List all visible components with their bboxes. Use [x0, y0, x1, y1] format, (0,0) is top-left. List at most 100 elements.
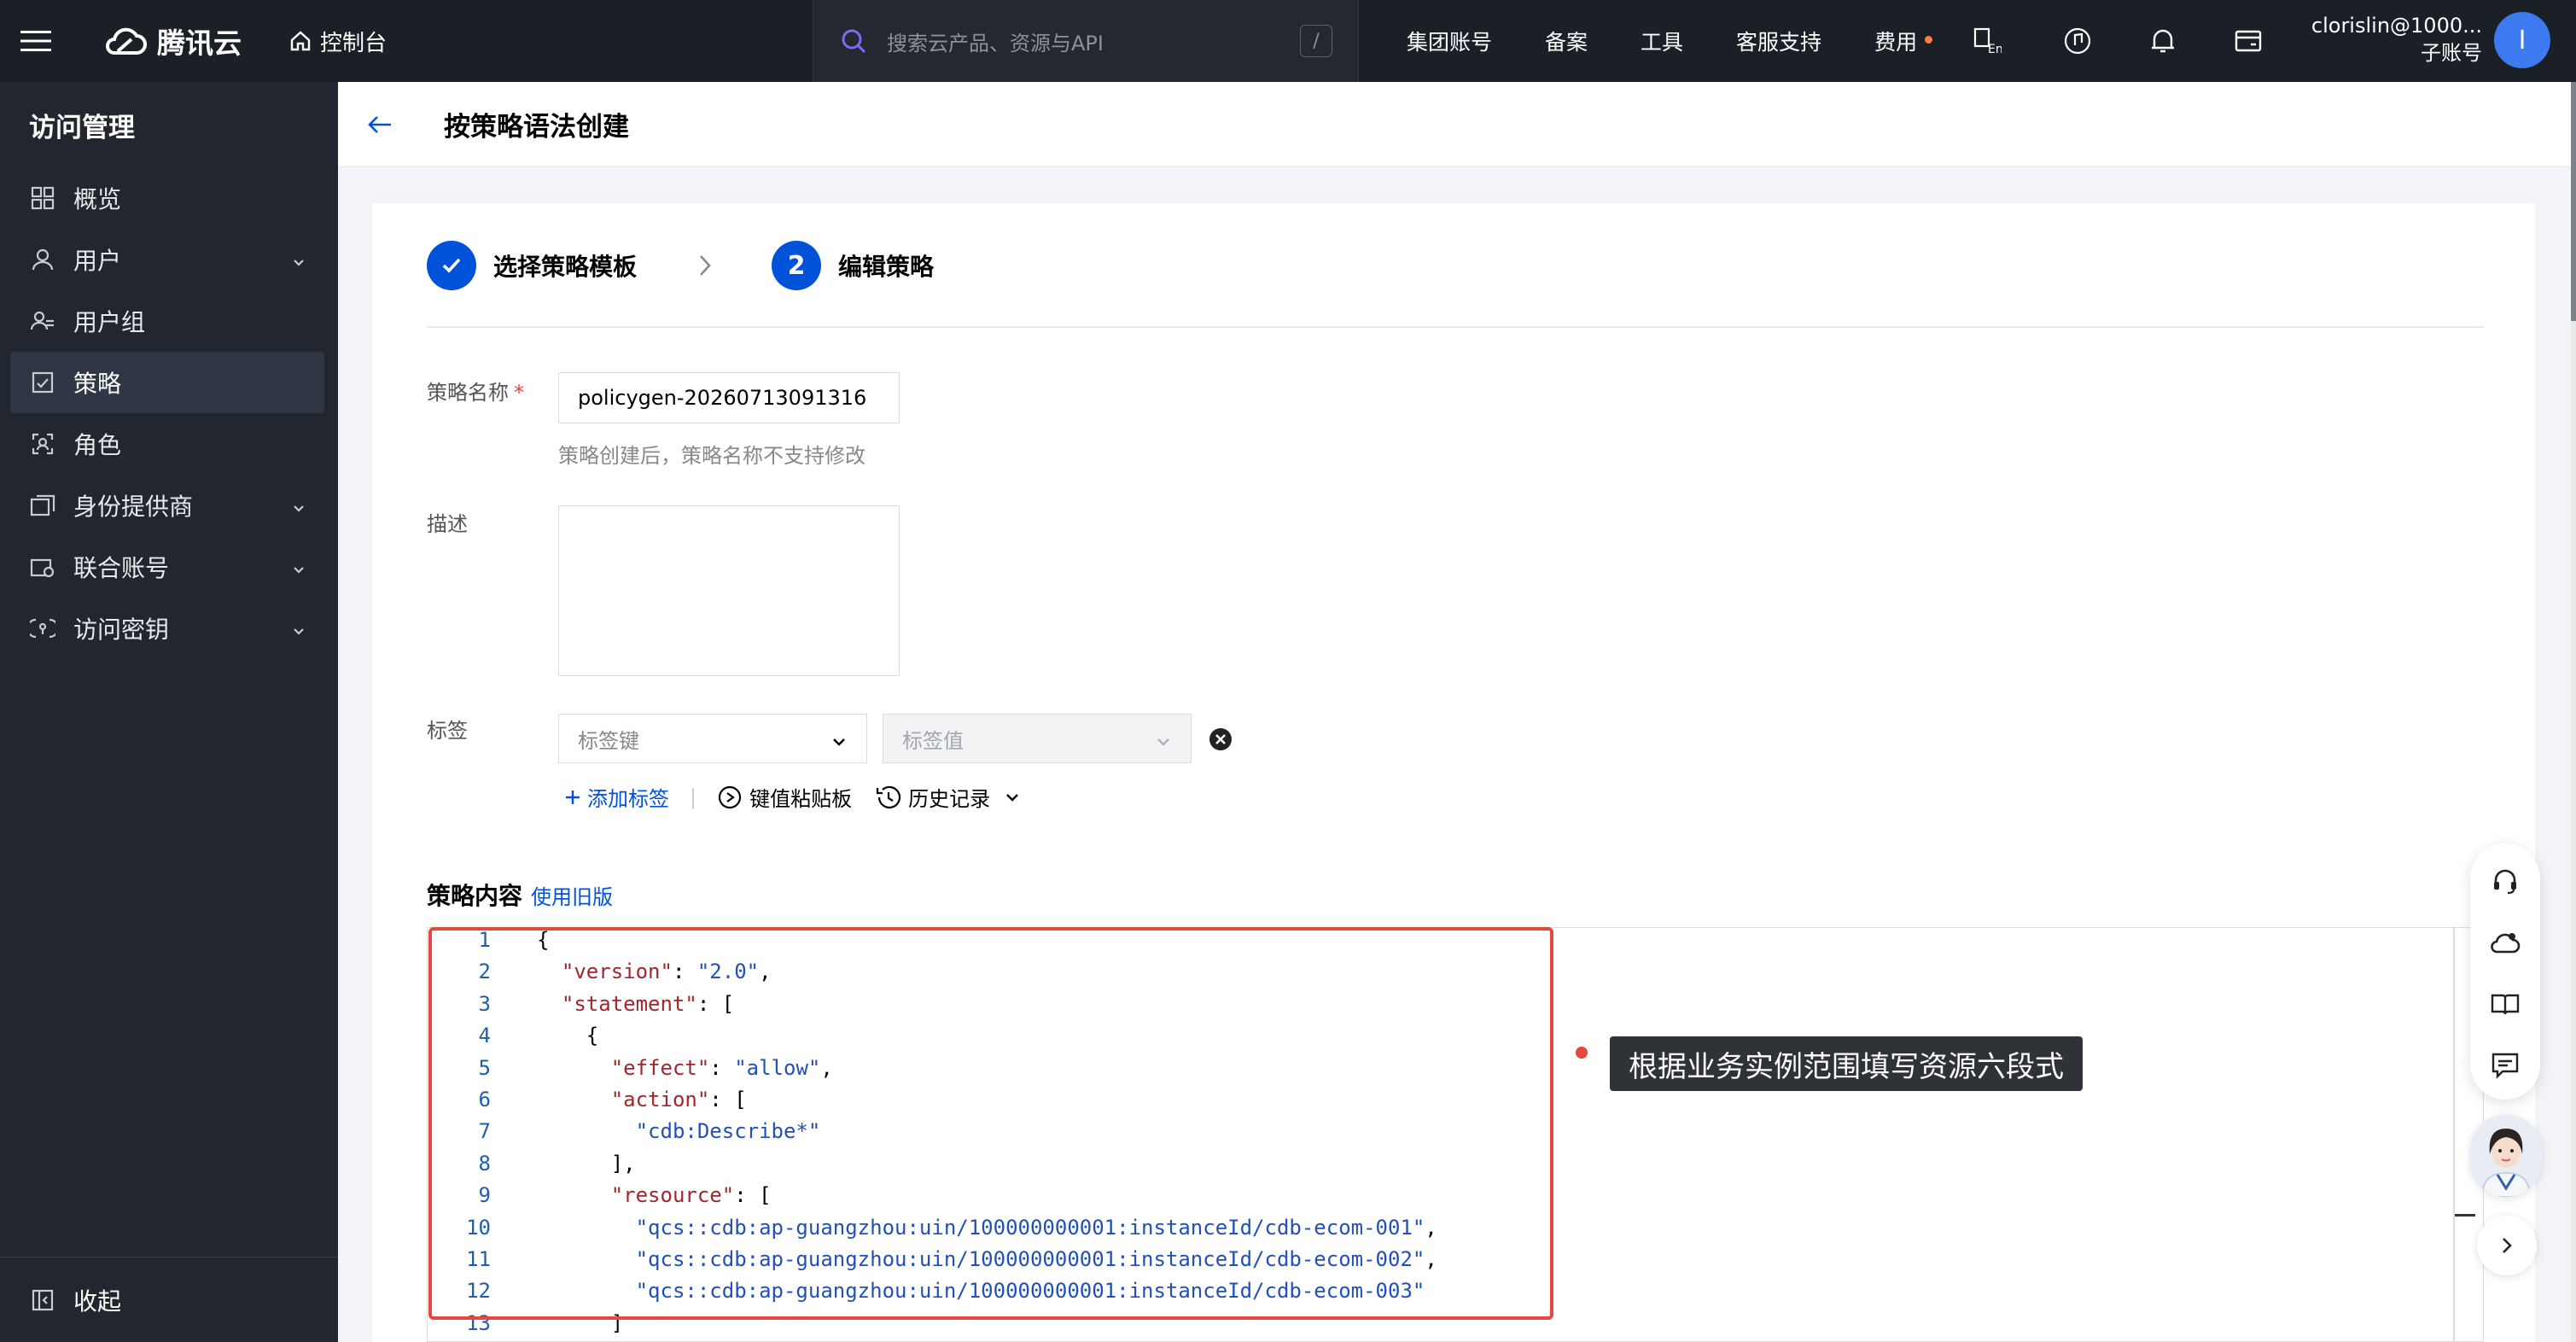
cloud-logo-icon — [106, 27, 147, 55]
console-link[interactable]: 控制台 — [289, 26, 387, 57]
policy-icon — [29, 369, 56, 396]
sidebar-item-identity-providers[interactable]: 身份提供商 — [10, 475, 324, 536]
headset-icon[interactable] — [2488, 864, 2522, 898]
chevron-down-icon — [290, 618, 307, 646]
step-done-check-icon — [427, 241, 476, 290]
sidebar-item-label: 身份提供商 — [73, 493, 194, 521]
clipboard-button[interactable]: 键值粘贴板 — [717, 782, 852, 812]
nav-billing[interactable]: 费用 — [1874, 26, 1933, 56]
search-input[interactable]: 搜索云产品、资源与API — [887, 26, 1300, 56]
sidebar-item-label: 角色 — [73, 431, 122, 459]
annotation-tooltip: 根据业务实例范围填写资源六段式 — [1610, 1036, 2083, 1091]
step-1-label: 选择策略模板 — [493, 253, 638, 281]
tencent-cloud-logo[interactable]: 腾讯云 — [102, 20, 242, 61]
top-bar: 腾讯云 控制台 搜索云产品、资源与API / 集团账号 备案 工具 客服支持 费… — [0, 0, 2576, 82]
expand-dock-button[interactable] — [2477, 1216, 2537, 1275]
policy-content-header: 策略内容 使用旧版 — [427, 878, 613, 912]
sidebar-item-label: 联合账号 — [73, 554, 170, 582]
sidebar-item-label: 用户组 — [73, 308, 146, 336]
music-note-icon[interactable] — [2060, 24, 2095, 58]
back-arrow-icon[interactable] — [367, 114, 410, 135]
floating-dock — [2470, 843, 2540, 1100]
federated-account-icon — [29, 553, 56, 581]
add-tag-button[interactable]: 添加标签 — [563, 782, 669, 812]
feedback-icon[interactable] — [2488, 1048, 2522, 1082]
sidebar-item-overview[interactable]: 概览 — [10, 167, 324, 229]
hamburger-menu-icon[interactable] — [0, 0, 72, 82]
chevron-right-icon — [696, 253, 714, 278]
sidebar-title: 访问管理 — [29, 112, 135, 143]
console-label: 控制台 — [320, 30, 388, 56]
tag-key-select[interactable]: 标签键 — [558, 714, 867, 763]
logo-text: 腾讯云 — [157, 26, 242, 60]
required-mark: * — [514, 381, 524, 405]
policy-name-hint: 策略创建后，策略名称不支持修改 — [558, 444, 865, 468]
svg-text:En: En — [1988, 43, 2002, 55]
tag-label: 标签 — [427, 719, 468, 743]
description-label: 描述 — [427, 512, 468, 536]
plus-icon — [566, 790, 580, 804]
sidebar-item-federated-accounts[interactable]: 联合账号 — [10, 536, 324, 598]
bell-icon[interactable] — [2146, 24, 2180, 58]
step-indicator: 选择策略模板 2 编辑策略 — [427, 241, 934, 290]
sidebar-item-policies[interactable]: 策略 — [10, 352, 324, 413]
user-info[interactable]: clorislin@1000... 子账号 — [2311, 12, 2482, 67]
nav-support[interactable]: 客服支持 — [1736, 26, 1821, 56]
user-icon — [29, 246, 56, 273]
annotation-dot — [1576, 1047, 1588, 1059]
highlight-box — [428, 927, 1553, 1320]
policy-name-label-text: 策略名称 — [427, 381, 509, 405]
sidebar: 访问管理 概览 用户 用户组 策略 角色 身份提供商 联合账号 访问密钥 收起 — [0, 82, 338, 1342]
nav-tools[interactable]: 工具 — [1641, 26, 1683, 56]
chevron-right-icon — [2503, 1238, 2512, 1253]
sidebar-item-users[interactable]: 用户 — [10, 229, 324, 290]
sidebar-item-access-keys[interactable]: 访问密钥 — [10, 598, 324, 659]
notification-dot — [1925, 36, 1933, 44]
play-circle-icon — [718, 785, 742, 808]
collapse-icon — [29, 1287, 56, 1314]
nav-billing-label: 费用 — [1874, 30, 1918, 55]
add-tag-label: 添加标签 — [587, 787, 669, 811]
search-icon — [842, 29, 866, 54]
page-scrollbar-thumb[interactable] — [2571, 82, 2576, 321]
sidebar-item-label: 用户 — [73, 247, 122, 275]
chevron-down-icon — [290, 495, 307, 523]
book-icon[interactable] — [2488, 987, 2522, 1021]
nav-group-account[interactable]: 集团账号 — [1407, 26, 1492, 56]
tag-value-select[interactable]: 标签值 — [883, 714, 1192, 763]
page-header: 按策略语法创建 — [338, 82, 2571, 167]
clipboard-label: 键值粘贴板 — [749, 787, 853, 811]
steps-divider — [427, 326, 2484, 328]
avatar[interactable]: I — [2494, 12, 2550, 68]
nav-icp-filing[interactable]: 备案 — [1545, 26, 1588, 56]
history-icon — [876, 785, 901, 808]
user-role: 子账号 — [2421, 41, 2482, 65]
user-name: clorislin@1000... — [2311, 14, 2482, 38]
separator: | — [690, 785, 697, 809]
collapse-label: 收起 — [73, 1287, 122, 1316]
cloud-chat-icon[interactable] — [2488, 925, 2522, 960]
key-icon — [29, 615, 56, 642]
ai-assistant-avatar[interactable] — [2470, 1115, 2542, 1197]
chevron-down-icon — [1155, 732, 1172, 756]
home-icon — [290, 31, 311, 51]
wallet-icon[interactable] — [2231, 24, 2265, 58]
history-button[interactable]: 历史记录 — [874, 782, 1021, 812]
tag-actions: 添加标签 | 键值粘贴板 历史记录 — [563, 782, 1021, 812]
top-nav: 集团账号 备案 工具 客服支持 费用 — [1407, 0, 1970, 82]
sidebar-item-user-groups[interactable]: 用户组 — [10, 290, 324, 352]
sidebar-item-label: 访问密钥 — [73, 616, 170, 644]
remove-tag-icon[interactable] — [1209, 727, 1233, 751]
sidebar-collapse-button[interactable]: 收起 — [0, 1257, 338, 1342]
policy-name-input[interactable]: policygen-20260713091316 — [558, 372, 900, 423]
role-icon — [29, 430, 56, 458]
chevron-down-icon — [830, 732, 848, 756]
tag-key-placeholder: 标签键 — [578, 728, 639, 753]
tag-value-placeholder: 标签值 — [902, 728, 964, 753]
description-textarea[interactable] — [558, 505, 900, 676]
use-legacy-link[interactable]: 使用旧版 — [531, 880, 613, 910]
language-icon[interactable]: En — [1970, 24, 2004, 58]
search-shortcut-badge: / — [1300, 25, 1332, 57]
sidebar-item-roles[interactable]: 角色 — [10, 413, 324, 475]
global-search[interactable]: 搜索云产品、资源与API / — [813, 0, 1359, 82]
